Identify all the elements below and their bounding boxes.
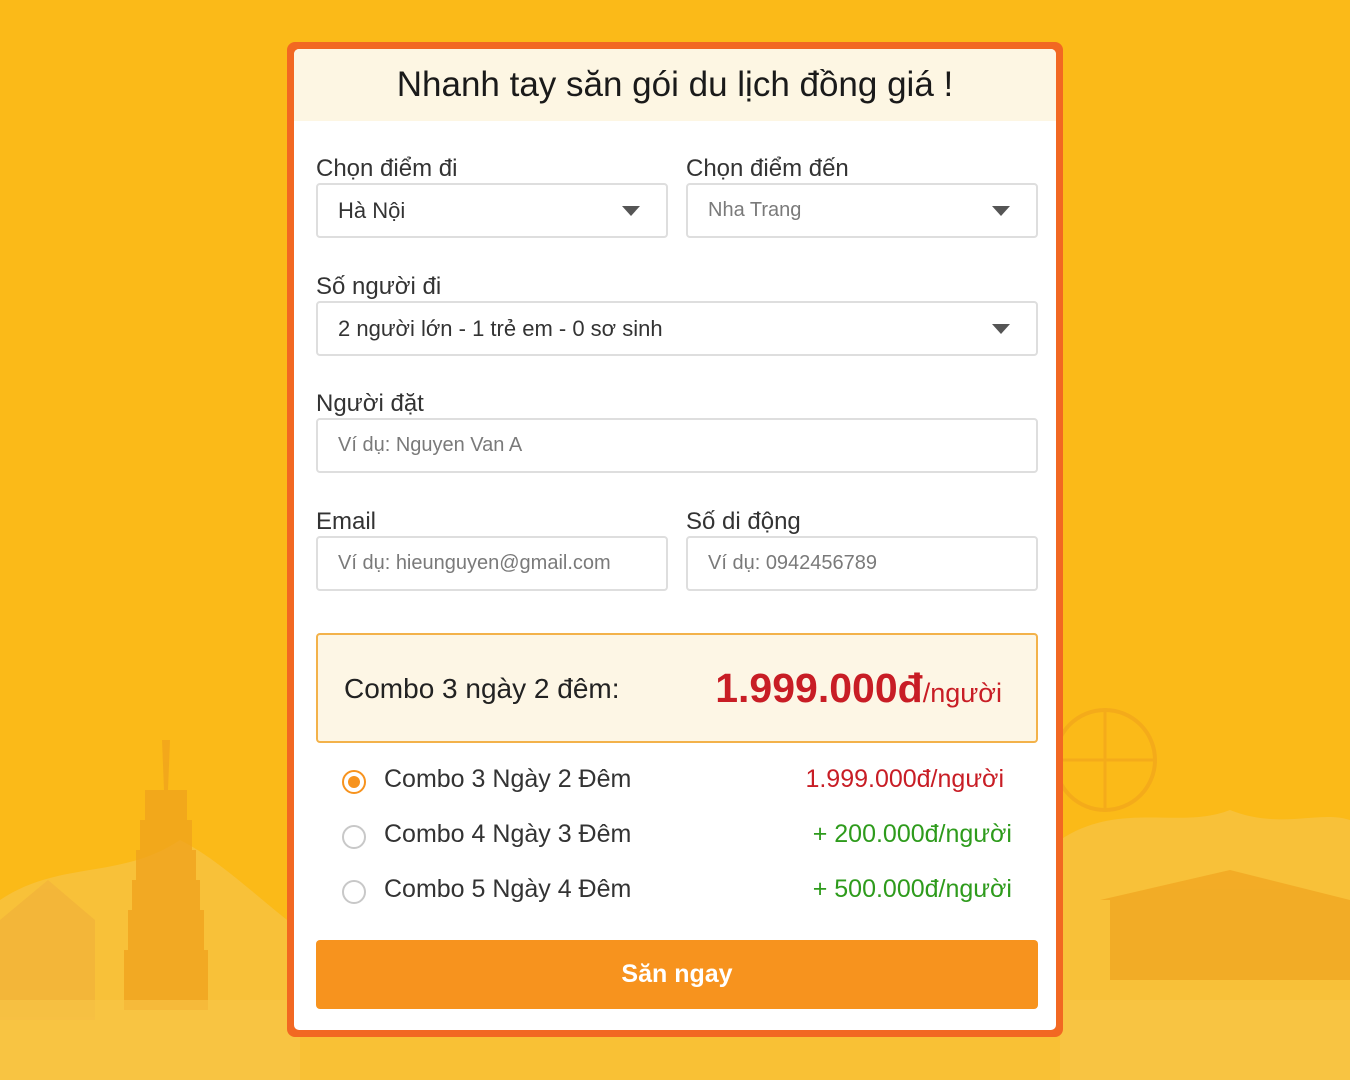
summary-price-unit: /người — [922, 678, 1002, 708]
phone-label: Số di động — [686, 508, 801, 535]
travelers-label: Số người đi — [316, 273, 442, 300]
email-input[interactable] — [338, 552, 646, 575]
travelers-value: 2 người lớn - 1 trẻ em - 0 sơ sinh — [338, 315, 663, 341]
summary-price-amount: 1.999.000đ — [715, 665, 923, 711]
combo-option-label: Combo 5 Ngày 4 Đêm — [384, 875, 632, 903]
email-field — [316, 536, 668, 591]
email-label: Email — [316, 508, 377, 535]
ferris-wheel-illustration — [1053, 708, 1157, 812]
combo-option[interactable]: Combo 3 Ngày 2 Đêm 1.999.000đ/người — [342, 765, 1012, 805]
departure-value: Hà Nội — [338, 197, 406, 223]
travelers-select[interactable]: 2 người lớn - 1 trẻ em - 0 sơ sinh — [316, 301, 1038, 356]
destination-select[interactable]: Nha Trang — [686, 183, 1038, 238]
form-header: Nhanh tay săn gói du lịch đồng giá ! — [294, 49, 1056, 121]
summary-combo-name: Combo 3 ngày 2 đêm: — [344, 673, 620, 704]
caret-down-icon — [992, 323, 1010, 334]
departure-label: Chọn điểm đi — [316, 155, 458, 182]
booker-field — [316, 418, 1038, 473]
pagoda-illustration — [124, 740, 208, 1010]
caret-down-icon — [622, 205, 640, 216]
phone-input[interactable] — [708, 552, 1016, 575]
booking-form: Nhanh tay săn gói du lịch đồng giá ! Chọ… — [294, 49, 1056, 1030]
combo-option-label: Combo 4 Ngày 3 Đêm — [384, 820, 632, 848]
combo-option-price: + 200.000đ/người — [812, 820, 1012, 848]
booking-card: Nhanh tay săn gói du lịch đồng giá ! Chọ… — [287, 42, 1063, 1037]
radio-unchecked-icon[interactable] — [342, 825, 366, 849]
destination-value: Nha Trang — [708, 199, 802, 221]
combo-option[interactable]: Combo 5 Ngày 4 Đêm + 500.000đ/người — [342, 875, 1012, 915]
caret-down-icon — [992, 205, 1010, 216]
combo-option-price: 1.999.000đ/người — [805, 765, 1004, 793]
booker-input[interactable] — [338, 434, 1016, 457]
combo-option[interactable]: Combo 4 Ngày 3 Đêm + 200.000đ/người — [342, 820, 1012, 860]
booker-label: Người đặt — [316, 390, 424, 417]
radio-unchecked-icon[interactable] — [342, 880, 366, 904]
combo-option-label: Combo 3 Ngày 2 Đêm — [384, 765, 632, 793]
destination-label: Chọn điểm đến — [686, 155, 849, 182]
departure-select[interactable]: Hà Nội — [316, 183, 668, 238]
summary-price: 1.999.000đ/người — [715, 665, 1002, 712]
price-summary: Combo 3 ngày 2 đêm: 1.999.000đ/người — [316, 633, 1038, 743]
combo-option-price: + 500.000đ/người — [812, 875, 1012, 903]
submit-button[interactable]: Săn ngay — [316, 940, 1038, 1009]
radio-checked-icon[interactable] — [342, 770, 366, 794]
phone-field — [686, 536, 1038, 591]
form-title: Nhanh tay săn gói du lịch đồng giá ! — [396, 65, 954, 104]
